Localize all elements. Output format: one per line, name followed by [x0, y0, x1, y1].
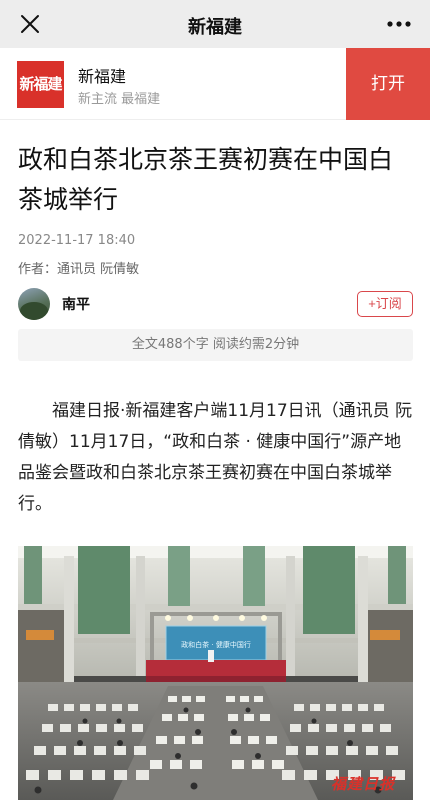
source-row: 南平 +订阅 [18, 288, 413, 320]
subscribe-button[interactable]: +订阅 [357, 291, 413, 317]
app-banner: 新福建 新福建 新主流 最福建 打开 [0, 48, 430, 120]
article-photo[interactable]: 政和白茶 · 健康中国行 福建日报 [18, 546, 413, 800]
avatar-mountain-shape [20, 302, 48, 320]
source-name[interactable]: 南平 [62, 294, 90, 314]
photo-watermark: 福建日报 [330, 775, 395, 793]
open-app-button[interactable]: 打开 [346, 48, 430, 120]
source-avatar[interactable] [18, 288, 50, 320]
article-author: 作者：通讯员 阮倩敏 [18, 262, 140, 277]
app-name: 新福建 [78, 67, 127, 86]
more-icon[interactable] [386, 17, 412, 31]
stage-screen-text: 政和白茶 · 健康中国行 [181, 640, 251, 649]
article-title: 政和白茶北京茶王赛初赛在中国白茶城举行 [18, 145, 394, 214]
article-body: 福建日报·新福建客户端11月17日讯（通讯员 阮倩敏）11月17日，“政和白茶 … [18, 401, 413, 514]
top-nav-bar: 新福建 [0, 0, 430, 48]
event-hall-illustration: 政和白茶 · 健康中国行 [18, 546, 413, 800]
publish-date: 2022-11-17 18:40 [18, 233, 136, 248]
app-slogan: 新主流 最福建 [78, 92, 161, 107]
reading-stats: 全文488个字 阅读约需2分钟 [18, 329, 413, 361]
page-title: 新福建 [188, 17, 242, 38]
app-logo: 新福建 [17, 61, 64, 108]
